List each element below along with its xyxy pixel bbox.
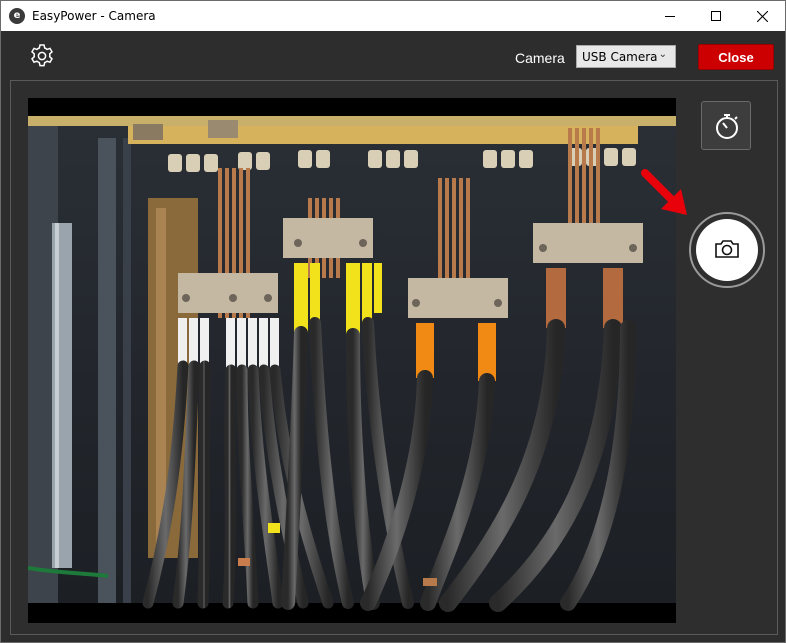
capture-button-face xyxy=(696,219,758,281)
timer-button[interactable] xyxy=(701,101,751,150)
gear-icon xyxy=(31,44,53,67)
minimize-icon xyxy=(665,16,675,17)
camera-select[interactable]: USB Camera ⌄ xyxy=(576,45,676,68)
camera-preview-image xyxy=(28,98,676,623)
toolbar: Camera USB Camera ⌄ Close xyxy=(1,31,785,79)
chevron-down-icon: ⌄ xyxy=(658,49,667,60)
minimize-button[interactable] xyxy=(647,1,693,31)
close-icon xyxy=(757,11,768,22)
close-button[interactable]: Close xyxy=(698,44,774,70)
window-close-button[interactable] xyxy=(739,1,785,31)
stopwatch-icon xyxy=(716,114,738,139)
settings-button[interactable] xyxy=(29,43,55,69)
maximize-icon xyxy=(711,11,721,21)
camera-select-value: USB Camera xyxy=(582,50,658,64)
camera-icon xyxy=(715,240,739,258)
app-logo-icon: e xyxy=(9,8,25,24)
annotation-arrow-icon xyxy=(641,169,687,215)
camera-window: e EasyPower - Camera Camera USB Camera ⌄… xyxy=(0,0,786,643)
camera-panel xyxy=(10,80,778,635)
maximize-button[interactable] xyxy=(693,1,739,31)
window-title: EasyPower - Camera xyxy=(32,9,156,23)
camera-label: Camera xyxy=(515,50,565,66)
title-bar: e EasyPower - Camera xyxy=(1,1,785,31)
camera-preview xyxy=(28,98,676,623)
capture-button[interactable] xyxy=(689,212,765,288)
